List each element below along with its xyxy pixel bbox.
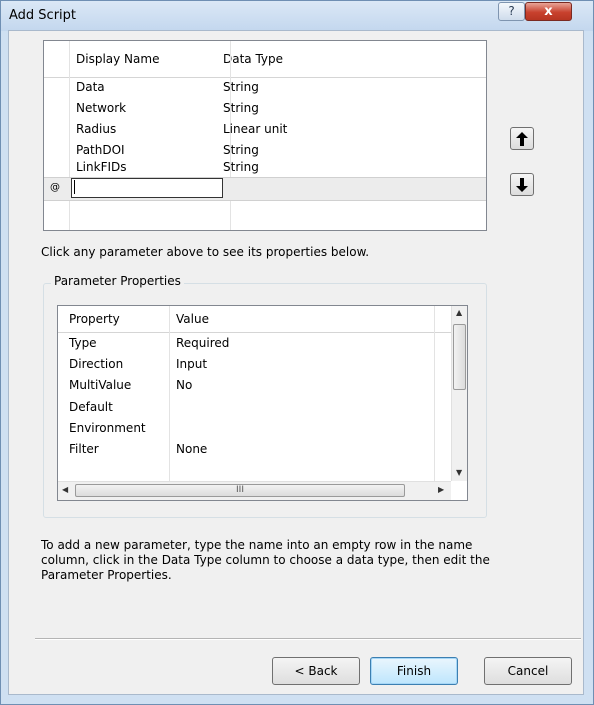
parameter-type: String bbox=[223, 80, 259, 94]
parameter-name: Radius bbox=[76, 122, 117, 136]
scroll-down-icon[interactable]: ▼ bbox=[456, 468, 462, 477]
property-value: None bbox=[176, 442, 208, 456]
parameter-grid-header: Display Name Data Type bbox=[44, 41, 486, 78]
parameter-type: Linear unit bbox=[223, 122, 288, 136]
arrow-up-icon bbox=[516, 132, 528, 146]
new-row-indicator-icon: @ bbox=[50, 182, 60, 193]
parameter-row[interactable]: Radius Linear unit bbox=[44, 119, 486, 140]
cancel-button[interactable]: Cancel bbox=[484, 657, 572, 685]
column-header-display-name[interactable]: Display Name bbox=[76, 52, 159, 66]
properties-grid-header: Property Value bbox=[58, 306, 451, 333]
move-down-button[interactable] bbox=[510, 173, 534, 196]
parameter-type: String bbox=[223, 143, 259, 157]
properties-vertical-scrollbar[interactable]: ▲ ▼ bbox=[451, 306, 467, 481]
column-header-property[interactable]: Property bbox=[69, 312, 120, 326]
property-name: Type bbox=[69, 336, 97, 350]
parameter-type: String bbox=[223, 160, 259, 174]
property-row[interactable]: Default bbox=[58, 397, 451, 418]
properties-horizontal-scrollbar[interactable]: ◀ III ▶ bbox=[58, 481, 451, 500]
property-row[interactable]: Type Required bbox=[58, 333, 451, 354]
parameter-name: Data bbox=[76, 80, 105, 94]
vertical-scroll-thumb[interactable] bbox=[453, 324, 466, 390]
parameter-row[interactable]: LinkFIDs String bbox=[44, 157, 486, 178]
property-name: Direction bbox=[69, 357, 124, 371]
parameter-row[interactable]: Network String bbox=[44, 98, 486, 119]
property-name: MultiValue bbox=[69, 378, 132, 392]
property-row[interactable]: Environment bbox=[58, 418, 451, 439]
parameter-properties-title: Parameter Properties bbox=[51, 274, 184, 288]
parameter-name: Network bbox=[76, 101, 127, 115]
title-bar: Add Script ? x bbox=[1, 1, 593, 31]
arrow-down-icon bbox=[516, 178, 528, 192]
property-row[interactable]: Direction Input bbox=[58, 354, 451, 375]
instructions-text: To add a new parameter, type the name in… bbox=[41, 538, 490, 582]
parameter-name: LinkFIDs bbox=[76, 160, 127, 174]
property-row[interactable]: Filter None bbox=[58, 439, 451, 460]
scroll-right-icon[interactable]: ▶ bbox=[438, 485, 444, 494]
move-up-button[interactable] bbox=[510, 127, 534, 150]
parameter-name: PathDOI bbox=[76, 143, 125, 157]
property-name: Environment bbox=[69, 421, 146, 435]
parameter-hint-text: Click any parameter above to see its pro… bbox=[41, 245, 370, 259]
back-button[interactable]: < Back bbox=[272, 657, 360, 685]
properties-grid: Property Value Type Required Direction I… bbox=[57, 305, 468, 501]
column-header-value[interactable]: Value bbox=[176, 312, 209, 326]
parameter-grid: Display Name Data Type Data String Netwo… bbox=[43, 40, 487, 231]
finish-button[interactable]: Finish bbox=[370, 657, 458, 685]
property-value: Required bbox=[176, 336, 230, 350]
help-button[interactable]: ? bbox=[498, 2, 525, 21]
property-value: No bbox=[176, 378, 193, 392]
scroll-left-icon[interactable]: ◀ bbox=[62, 485, 68, 494]
property-row[interactable]: MultiValue No bbox=[58, 375, 451, 396]
text-caret bbox=[74, 180, 75, 194]
parameter-row[interactable]: Data String bbox=[44, 77, 486, 98]
scroll-up-icon[interactable]: ▲ bbox=[456, 308, 462, 317]
close-button[interactable]: x bbox=[525, 2, 572, 21]
parameter-type: String bbox=[223, 101, 259, 115]
property-name: Filter bbox=[69, 442, 99, 456]
button-separator bbox=[35, 638, 581, 640]
property-value: Input bbox=[176, 357, 208, 371]
property-name: Default bbox=[69, 400, 113, 414]
dialog-title: Add Script bbox=[9, 8, 77, 23]
column-header-data-type[interactable]: Data Type bbox=[223, 52, 283, 66]
horizontal-scroll-thumb[interactable]: III bbox=[75, 484, 405, 497]
